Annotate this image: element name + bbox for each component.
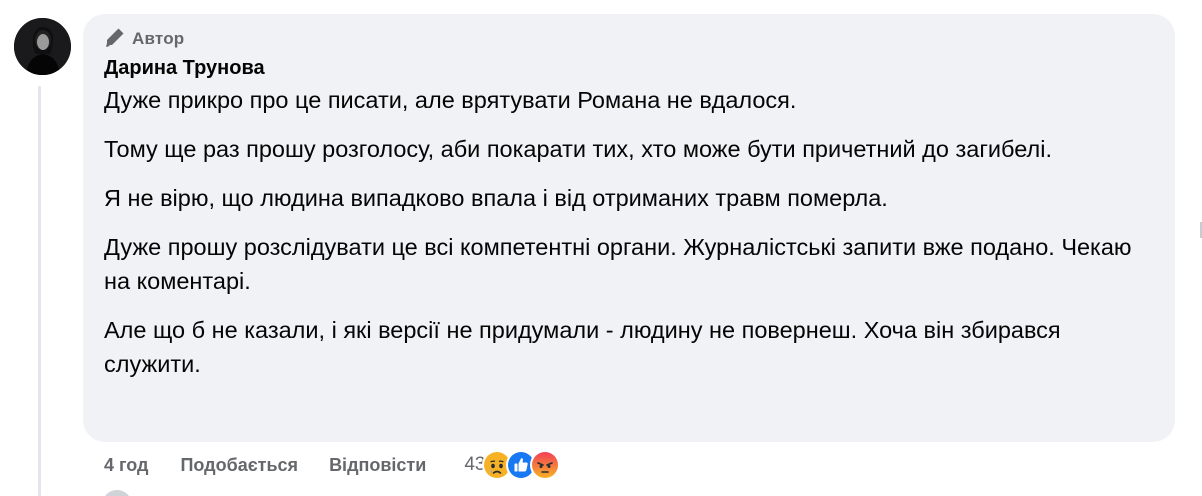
comment-bubble: Автор Дарина Трунова Дуже прикро про це … [83, 14, 1175, 442]
like-button[interactable]: Подобається [180, 455, 298, 476]
comment-actions: 4 год Подобається Відповісти 43 [104, 449, 561, 481]
comment-paragraph: Але що б не казали, і які версії не прид… [104, 317, 1061, 377]
author-name[interactable]: Дарина Трунова [104, 55, 1155, 81]
next-comment-avatar[interactable] [102, 490, 132, 496]
avatar-photo-icon [14, 18, 71, 75]
angry-reaction-icon [530, 450, 561, 480]
reactions-summary[interactable]: 43 [464, 450, 561, 480]
timestamp-link[interactable]: 4 год [104, 455, 148, 476]
author-badge: Автор [104, 26, 1155, 52]
comment-paragraph: Я не вірю, що людина випадково впала і в… [104, 185, 888, 211]
comment-paragraph: Дуже прошу розслідувати це всі компетент… [104, 234, 1132, 294]
comment-paragraph: Тому ще раз прошу розголосу, аби покарат… [104, 136, 1052, 162]
comment-paragraph: Дуже прикро про це писати, але врятувати… [104, 87, 797, 113]
thread-line [38, 86, 41, 496]
comment-body: Дуже прикро про це писати, але врятувати… [104, 83, 1155, 381]
badge-label: Автор [132, 29, 185, 48]
reply-button[interactable]: Відповісти [329, 455, 426, 476]
pen-icon [104, 26, 126, 53]
author-avatar[interactable] [14, 18, 71, 75]
